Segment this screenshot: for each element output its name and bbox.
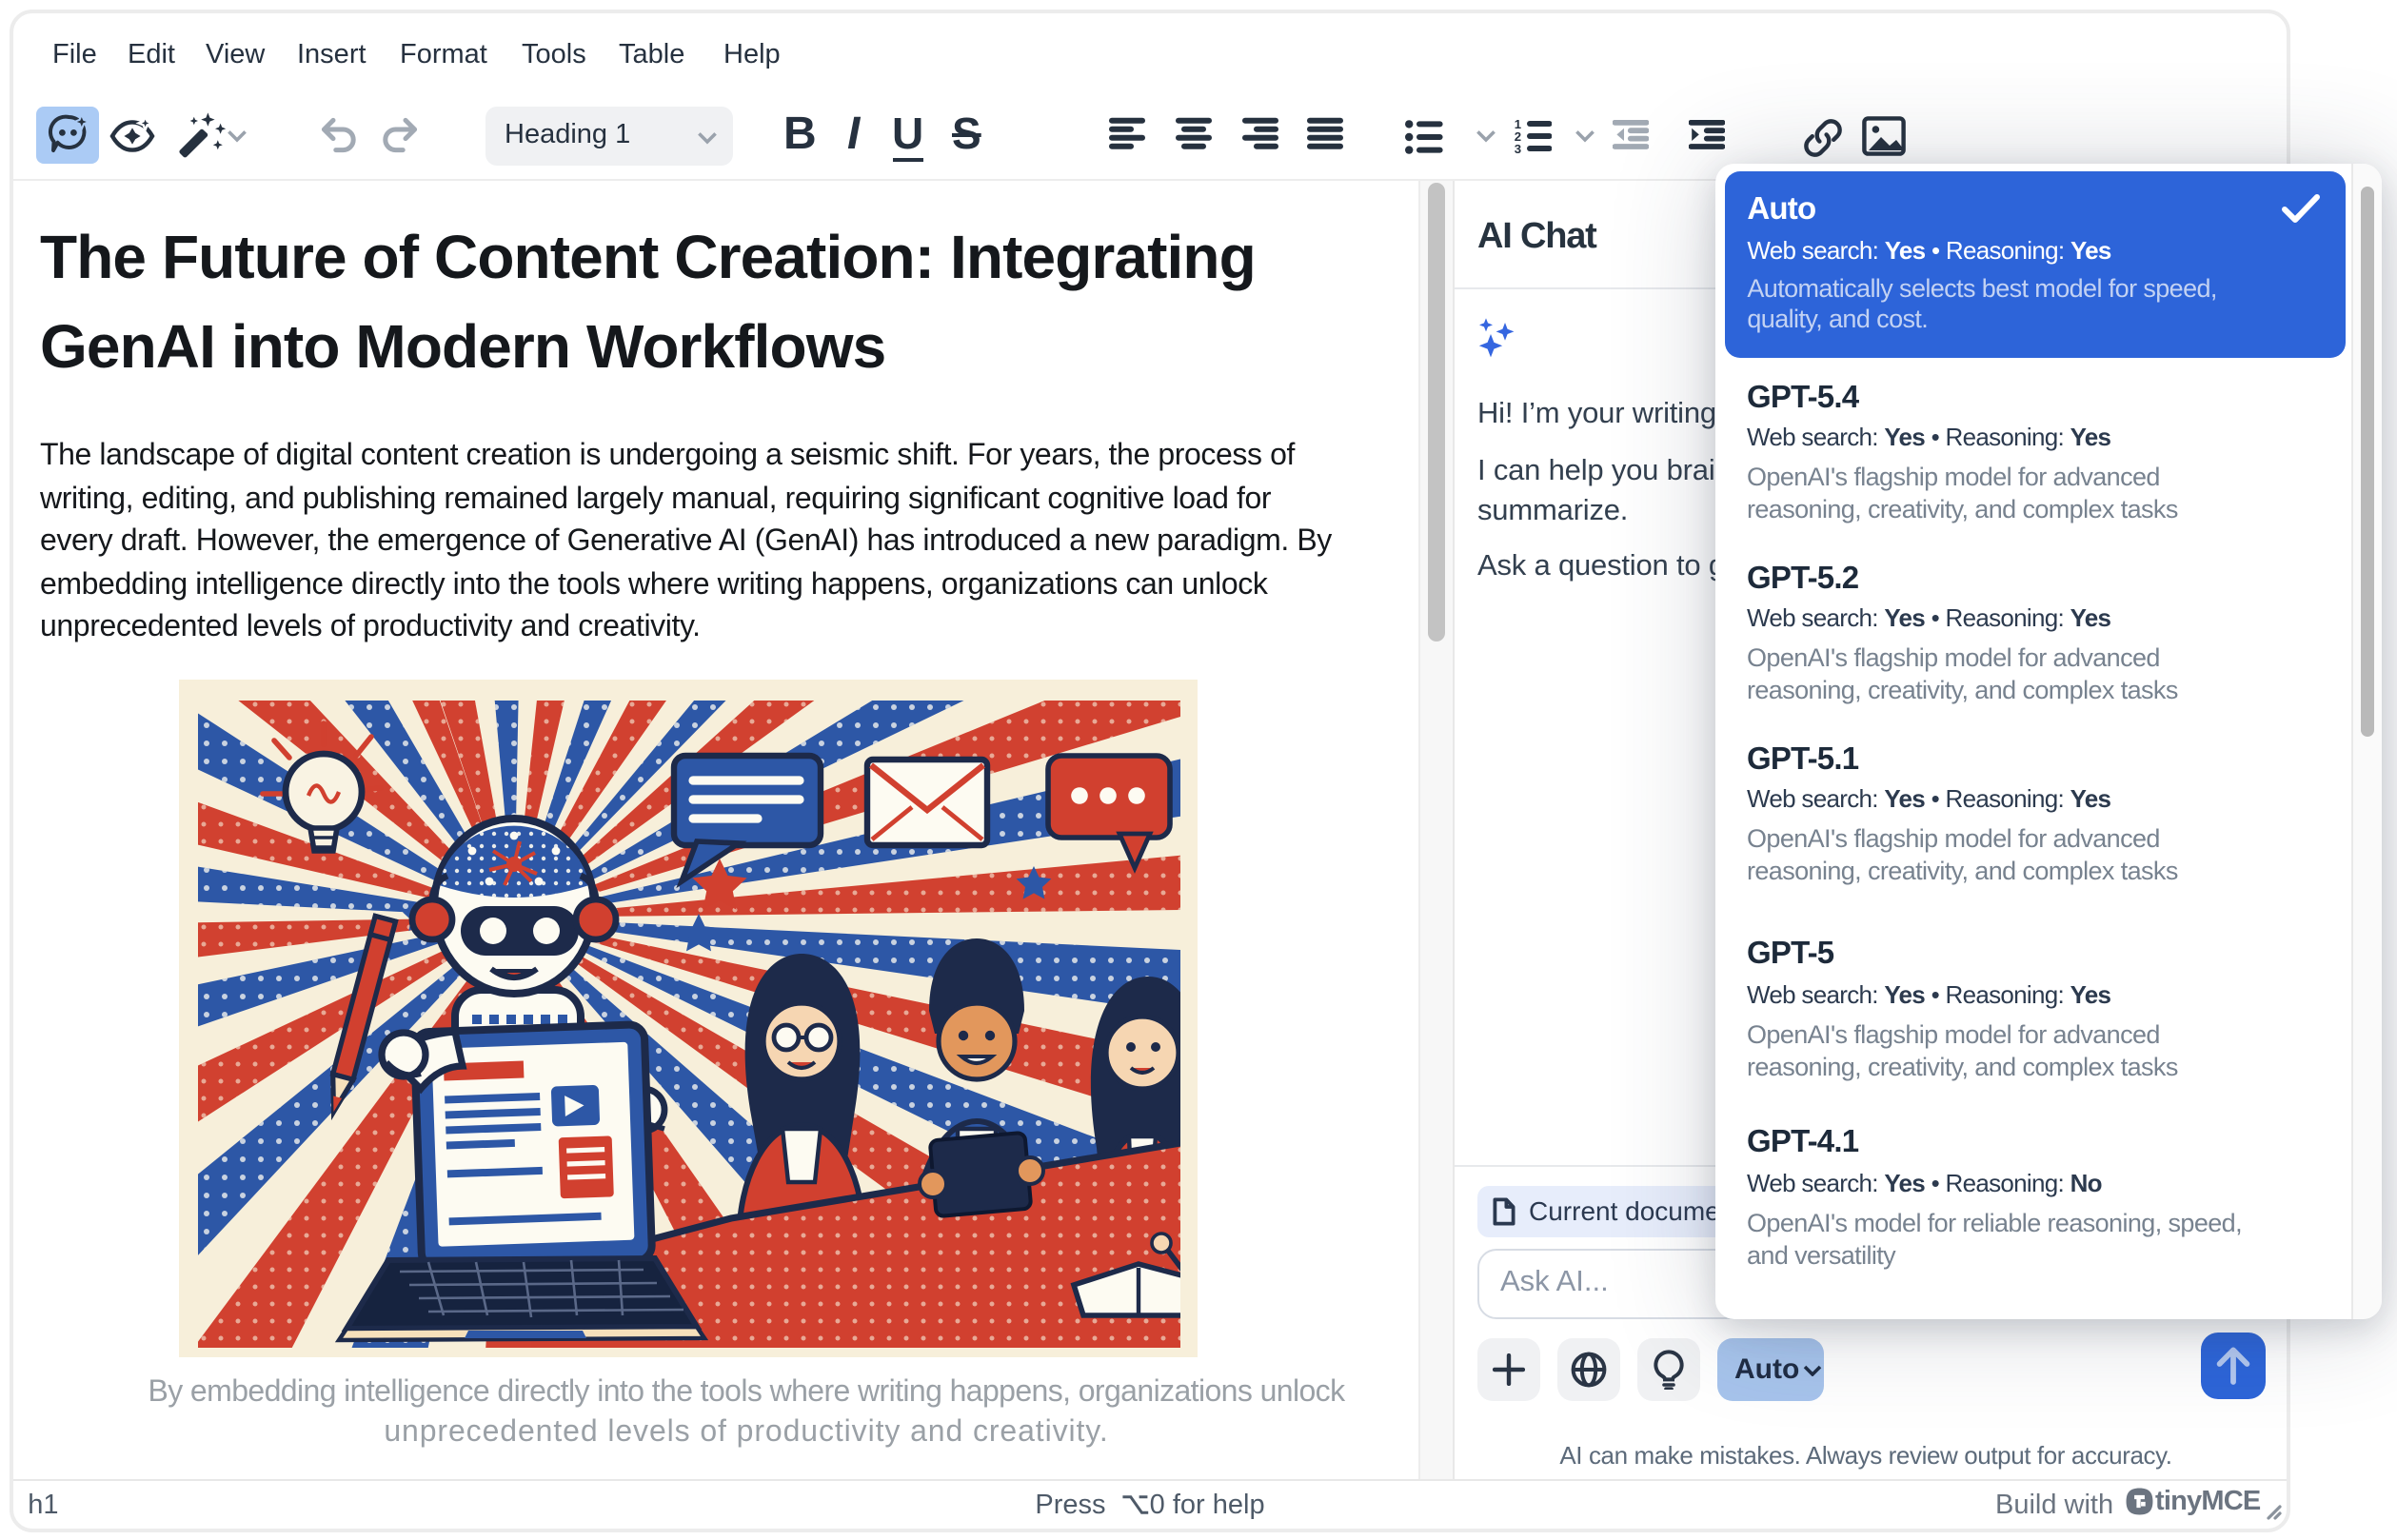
svg-text:3: 3	[1515, 142, 1521, 154]
